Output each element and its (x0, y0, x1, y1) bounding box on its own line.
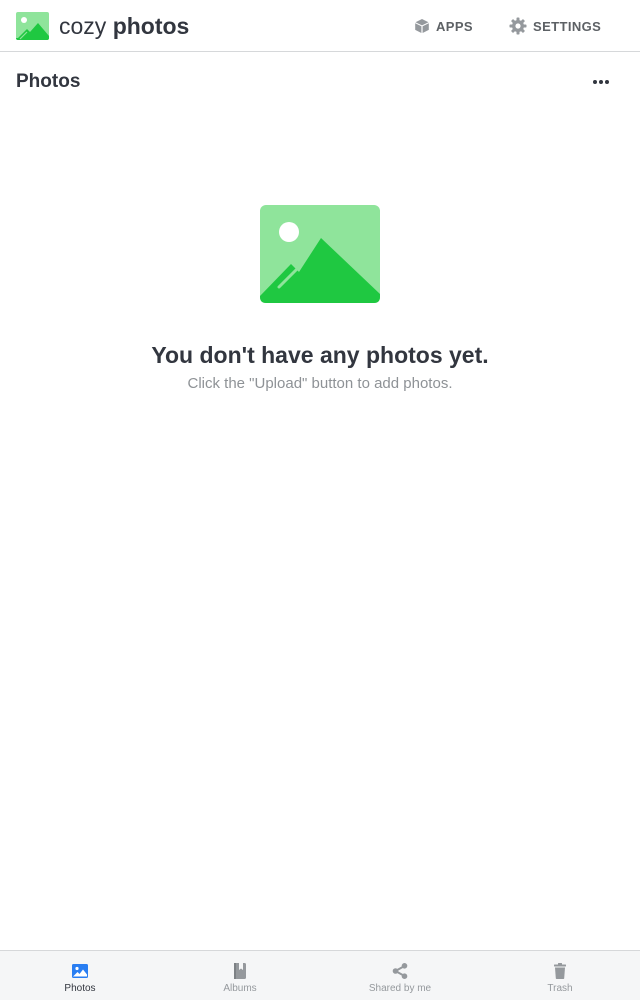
apps-label: APPS (436, 18, 474, 34)
apps-button[interactable]: APPS (414, 14, 473, 38)
photo-landscape-icon (16, 12, 49, 40)
tab-trash[interactable]: Trash (480, 951, 640, 1000)
image-icon (72, 964, 88, 978)
app-brand[interactable]: cozy photos (16, 10, 189, 42)
tab-shared-by-me[interactable]: Shared by me (320, 951, 480, 1000)
top-bar: cozy photos APPS SETTINGS (0, 0, 640, 52)
page-title: Photos (16, 71, 81, 92)
empty-state-title: You don't have any photos yet. (151, 342, 489, 368)
empty-state-text: Click the "Upload" button to add photos. (187, 375, 453, 392)
album-icon (234, 963, 246, 979)
page-header: Photos (0, 52, 640, 110)
tab-label: Trash (547, 983, 573, 994)
tab-label: Photos (64, 983, 96, 994)
tab-photos[interactable]: Photos (0, 951, 160, 1000)
bottom-nav: Photos Albums Shared by me Trash (0, 950, 640, 1000)
trash-icon (554, 963, 566, 979)
share-icon (392, 963, 408, 979)
photo-landscape-icon (260, 205, 380, 303)
settings-label: SETTINGS (533, 18, 602, 34)
tab-label: Shared by me (368, 983, 432, 994)
settings-button[interactable]: SETTINGS (509, 14, 601, 38)
tab-albums[interactable]: Albums (160, 951, 320, 1000)
cube-icon (415, 19, 429, 33)
app-name-bold: photos (112, 13, 190, 39)
tab-label: Albums (223, 983, 257, 994)
ellipsis-icon (593, 80, 609, 84)
more-options-button[interactable] (585, 70, 617, 94)
app-name: cozy photos (59, 12, 189, 40)
app-name-light: cozy (59, 13, 107, 39)
empty-state: You don't have any photos yet. Click the… (0, 200, 640, 394)
gear-icon (509, 17, 527, 35)
